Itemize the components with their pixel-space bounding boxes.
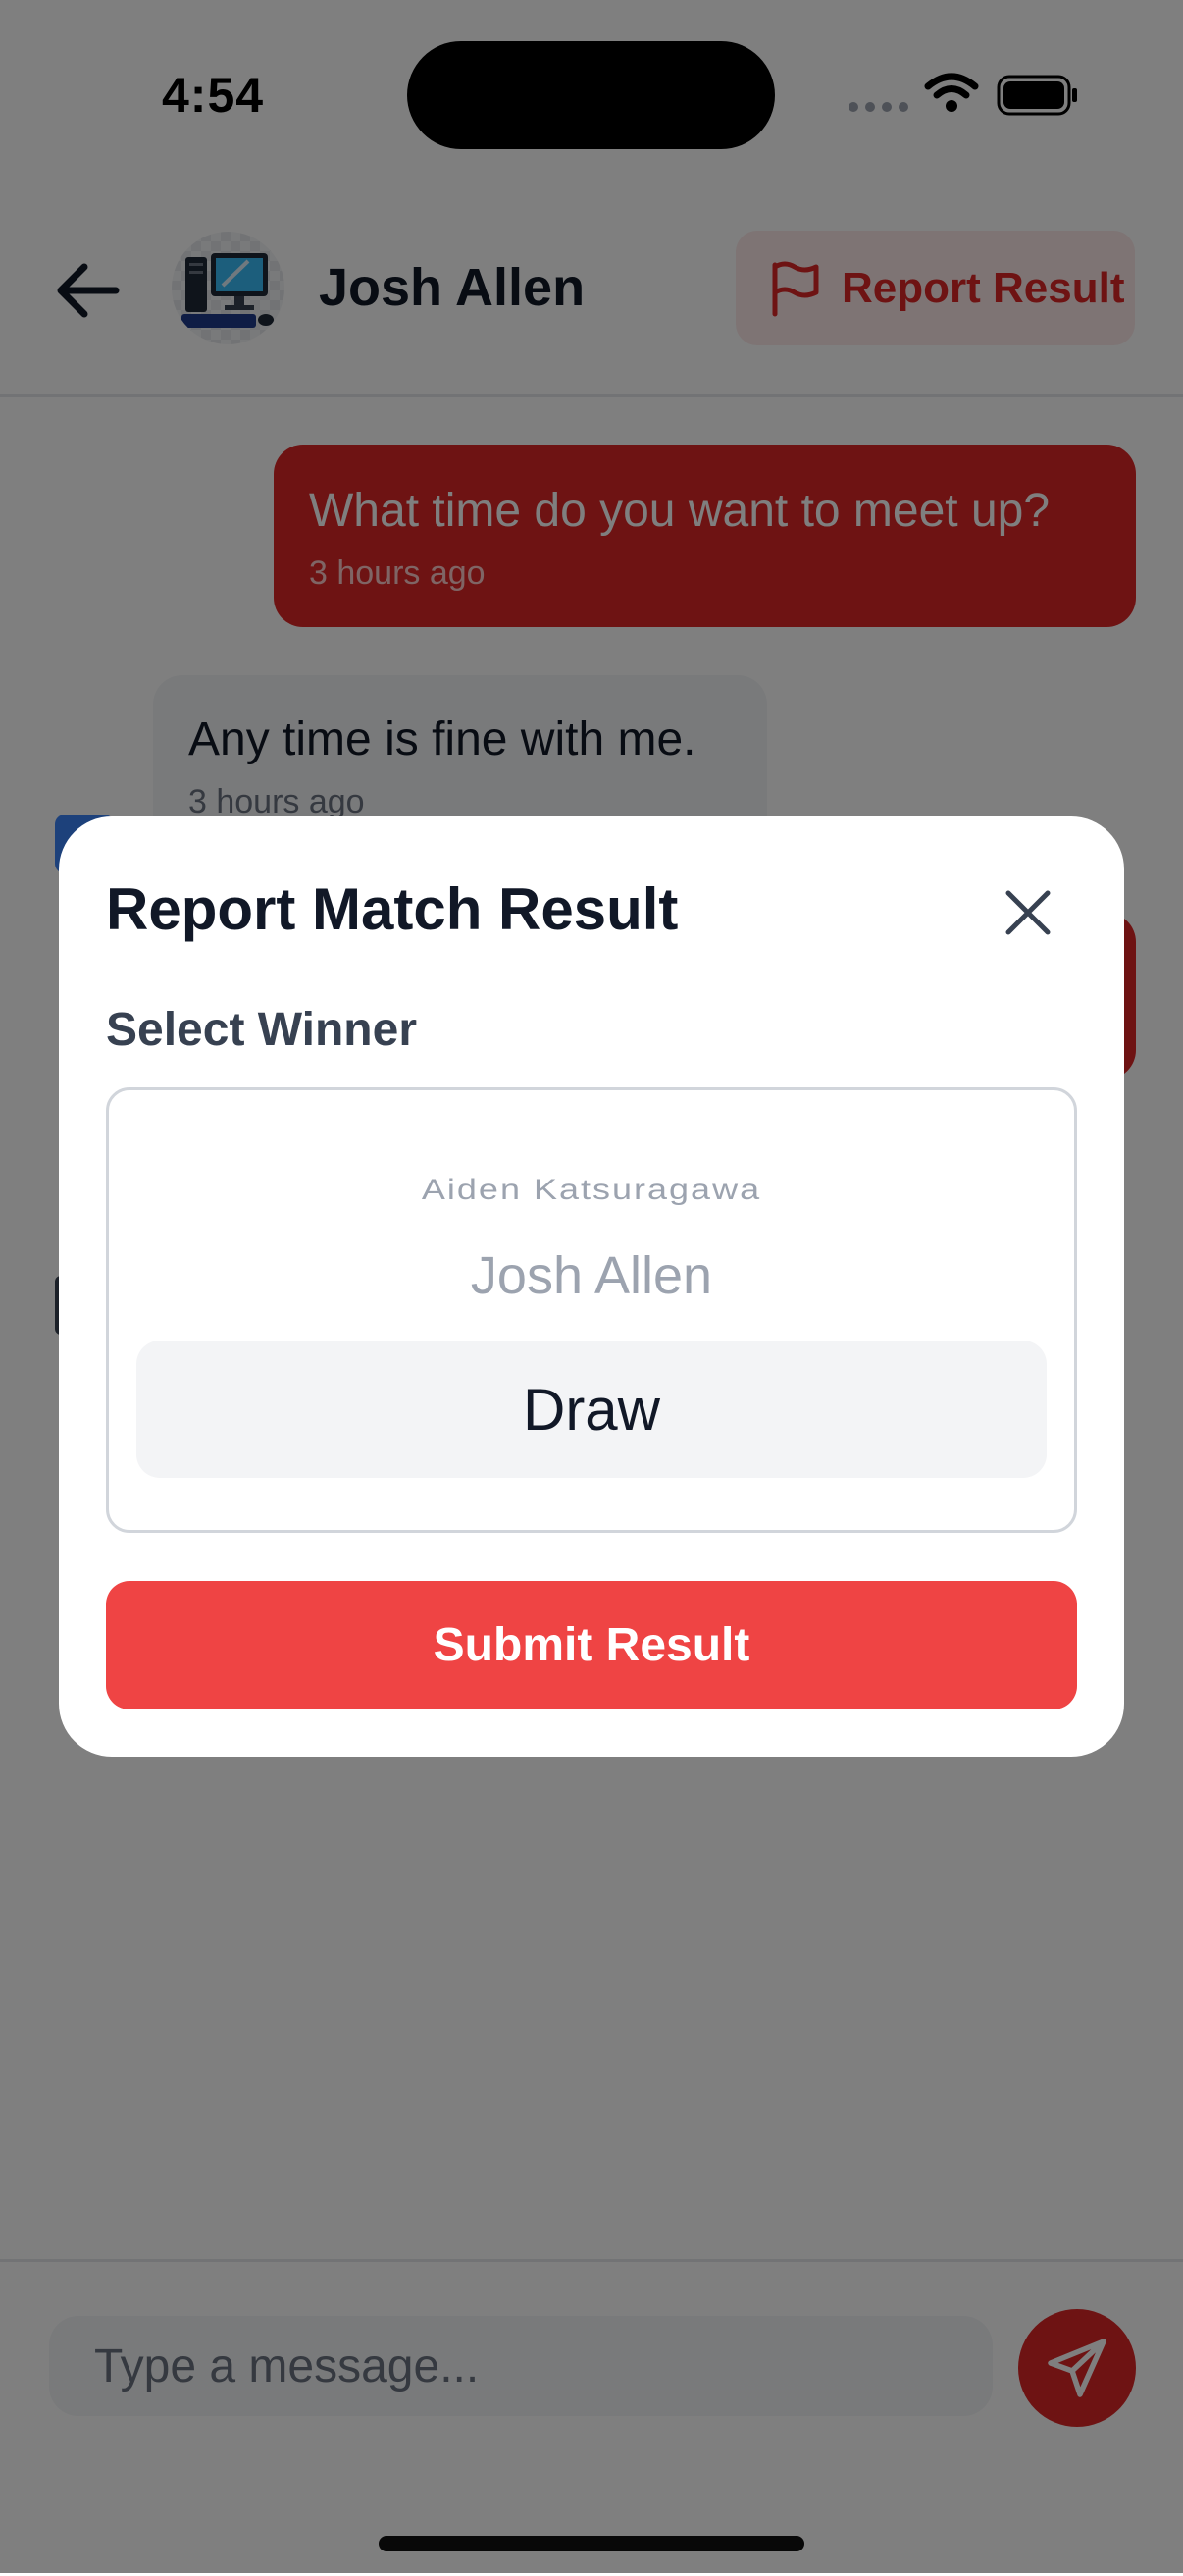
picker-option[interactable]: Josh Allen [109,1245,1074,1306]
winner-picker[interactable]: Aiden Katsuragawa Josh Allen Draw [106,1087,1077,1533]
picker-option[interactable]: Aiden Katsuragawa [109,1173,1074,1206]
submit-result-button[interactable]: Submit Result [106,1581,1077,1709]
close-icon[interactable] [997,881,1059,944]
picker-selected-option[interactable]: Draw [136,1341,1047,1478]
modal-title: Report Match Result [106,876,679,942]
select-winner-label: Select Winner [106,1004,417,1056]
